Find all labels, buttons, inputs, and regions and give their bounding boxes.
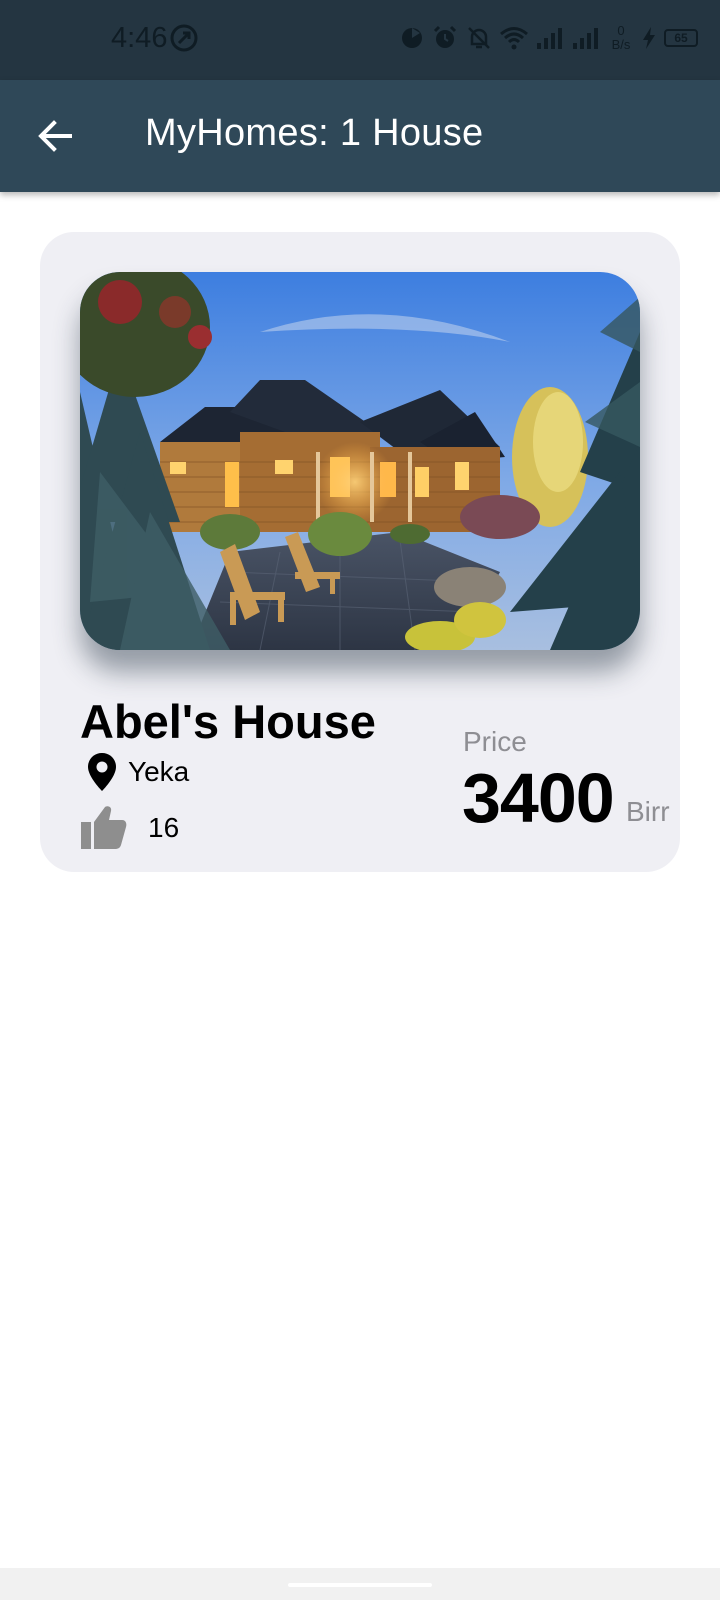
house-card[interactable]: Abel's House Yeka 16 Price 3400 Birr — [40, 232, 680, 872]
charging-icon — [643, 27, 655, 49]
status-icons: 0 B/s 65 — [400, 24, 698, 52]
price-label: Price — [463, 726, 527, 757]
net-speed-value: 0 — [617, 23, 625, 38]
status-bar: 4:46 0 B/s 65 — [0, 0, 720, 80]
alarm-icon — [433, 25, 457, 48]
signal-icon — [573, 28, 598, 49]
page-title: MyHomes: 1 House — [145, 112, 484, 154]
price-currency: Birr — [626, 796, 670, 827]
thumb-up-icon[interactable] — [80, 804, 128, 850]
data-usage-icon — [402, 28, 422, 48]
house-location: Yeka — [128, 756, 190, 787]
data-saver-icon — [170, 24, 198, 52]
arrow-back-icon[interactable] — [34, 114, 78, 158]
app-bar: MyHomes: 1 House — [0, 80, 720, 192]
price-value: 3400 — [462, 759, 615, 837]
house-name: Abel's House — [80, 695, 376, 748]
status-time: 4:46 — [111, 22, 168, 54]
battery-icon: 65 — [664, 29, 698, 47]
house-photo[interactable] — [80, 272, 640, 650]
like-count: 16 — [148, 812, 180, 843]
net-speed: 0 B/s — [608, 24, 634, 52]
net-speed-unit: B/s — [611, 37, 631, 52]
notifications-off-icon — [468, 27, 490, 49]
wifi-icon — [500, 27, 528, 50]
home-indicator[interactable] — [288, 1583, 432, 1587]
signal-icon — [537, 28, 562, 49]
location-pin-icon — [88, 753, 116, 791]
